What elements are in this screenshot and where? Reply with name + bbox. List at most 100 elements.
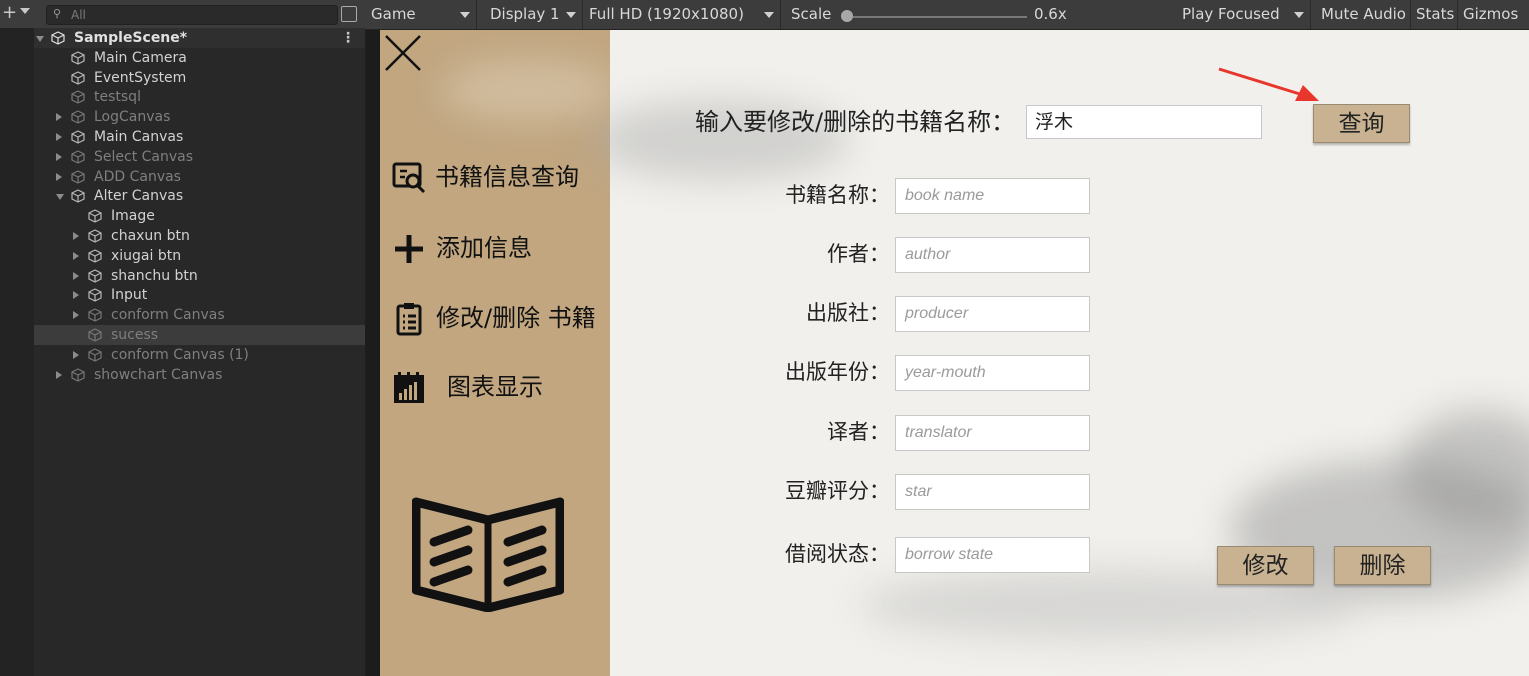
gameobject-icon xyxy=(88,328,102,342)
hierarchy-item[interactable]: conform Canvas (1) xyxy=(34,345,365,365)
expand-right-icon[interactable] xyxy=(56,172,62,181)
form-input[interactable]: year-mouth xyxy=(895,355,1090,391)
gameobject-icon xyxy=(71,130,85,144)
query-button[interactable]: 查询 xyxy=(1313,104,1410,143)
expand-right-icon[interactable] xyxy=(73,271,79,280)
hierarchy-item-label: testsql xyxy=(94,89,141,106)
hierarchy-item[interactable]: chaxun btn xyxy=(34,226,365,246)
add-icon[interactable]: + xyxy=(2,4,17,22)
scale-value: 0.6x xyxy=(1034,5,1067,23)
hierarchy-search-input[interactable]: ⚲ All xyxy=(46,5,338,25)
hierarchy-item[interactable]: LogCanvas xyxy=(34,107,365,127)
chevron-down-icon xyxy=(764,12,774,18)
chevron-down-icon xyxy=(1294,12,1304,18)
hierarchy-item[interactable]: testsql xyxy=(34,87,365,107)
modify-button[interactable]: 修改 xyxy=(1217,546,1314,585)
hierarchy-item-label: conform Canvas xyxy=(111,307,225,324)
delete-button[interactable]: 删除 xyxy=(1334,546,1431,585)
gameobject-icon xyxy=(88,209,102,223)
hierarchy-item-label: ADD Canvas xyxy=(94,168,181,185)
add-dropdown-icon[interactable] xyxy=(20,8,30,14)
scene-visibility-icon[interactable] xyxy=(341,6,357,22)
nav-item-chart[interactable]: 图表显示 xyxy=(392,367,562,407)
stats-toggle[interactable]: Stats xyxy=(1410,0,1458,29)
nav-item-search[interactable]: 书籍信息查询 xyxy=(392,157,602,197)
game-view: 书籍信息查询 添加信息 修改/删除 书籍 图表显示 输入要修改/删除的书籍名称：… xyxy=(380,30,1529,676)
form-input[interactable]: star xyxy=(895,474,1090,510)
expand-right-icon[interactable] xyxy=(73,311,79,320)
input-placeholder: translator xyxy=(905,424,972,441)
hierarchy-toolbar: + ⚲ All xyxy=(0,0,365,29)
input-placeholder: book name xyxy=(905,187,985,204)
hierarchy-item[interactable]: Image xyxy=(34,206,365,226)
resolution-label: Full HD (1920x1080) xyxy=(589,5,744,23)
scale-slider-handle[interactable] xyxy=(841,10,853,22)
display-dropdown[interactable]: Display 1 xyxy=(483,0,583,29)
hierarchy-item[interactable]: xiugai btn xyxy=(34,246,365,266)
close-icon[interactable] xyxy=(384,34,422,72)
field-label: 书籍名称： xyxy=(785,183,890,207)
scene-row[interactable]: SampleScene* ⋮ xyxy=(34,28,365,48)
view-label: Game xyxy=(371,5,416,23)
form-input[interactable]: author xyxy=(895,237,1090,273)
expand-right-icon[interactable] xyxy=(56,370,62,379)
hierarchy-item[interactable]: EventSystem xyxy=(34,68,365,88)
content-panel: 输入要修改/删除的书籍名称： 浮木 查询 书籍名称： book name 作者： au… xyxy=(590,30,1529,676)
nav-item-label: 书籍信息查询 xyxy=(435,163,579,191)
gameobject-icon xyxy=(71,150,85,164)
gameobject-icon xyxy=(88,268,102,283)
input-placeholder: year-mouth xyxy=(905,364,986,381)
form-input[interactable]: producer xyxy=(895,296,1090,332)
gameobject-icon xyxy=(71,70,85,85)
hierarchy-item[interactable]: showchart Canvas xyxy=(34,365,365,385)
search-icon: ⚲ xyxy=(53,7,62,20)
book-logo-icon xyxy=(412,497,564,612)
scale-slider-track[interactable] xyxy=(847,16,1027,18)
hierarchy-item-label: Input xyxy=(111,287,148,304)
form-input[interactable]: translator xyxy=(895,415,1090,451)
expand-right-icon[interactable] xyxy=(73,251,79,260)
hierarchy-item[interactable]: Main Camera xyxy=(34,48,365,68)
hierarchy-item[interactable]: Select Canvas xyxy=(34,147,365,167)
hierarchy-item-label: shanchu btn xyxy=(111,267,198,284)
hierarchy-item[interactable]: shanchu btn xyxy=(34,266,365,286)
hierarchy-panel: + ⚲ All SampleScene* ⋮ Main Camera EventSys… xyxy=(0,0,365,676)
hierarchy-item[interactable]: conform Canvas xyxy=(34,305,365,325)
mute-audio-toggle[interactable]: Mute Audio xyxy=(1315,0,1411,29)
expand-right-icon[interactable] xyxy=(56,113,62,122)
nav-item-add[interactable]: 添加信息 xyxy=(392,228,552,268)
search-document-icon xyxy=(392,162,426,194)
gizmos-toggle[interactable]: Gizmos xyxy=(1457,0,1529,29)
hierarchy-item[interactable]: ADD Canvas xyxy=(34,167,365,187)
hierarchy-item[interactable]: Main Canvas xyxy=(34,127,365,147)
nav-item-modify-delete[interactable]: 修改/删除 书籍 xyxy=(392,298,606,338)
expand-right-icon[interactable] xyxy=(56,133,62,141)
input-placeholder: borrow state xyxy=(905,546,994,563)
more-options-icon[interactable]: ⋮ xyxy=(341,28,355,48)
view-dropdown[interactable]: Game xyxy=(365,0,477,29)
form-input[interactable]: borrow state xyxy=(895,537,1090,573)
nav-item-label: 修改/删除 书籍 xyxy=(436,304,596,332)
expand-right-icon[interactable] xyxy=(73,232,79,240)
query-input[interactable]: 浮木 xyxy=(1026,105,1262,139)
plus-icon xyxy=(395,235,423,263)
hierarchy-item[interactable]: Input xyxy=(34,285,365,305)
hierarchy-item-label: xiugai btn xyxy=(111,247,182,264)
hierarchy-item-label: LogCanvas xyxy=(94,109,171,126)
field-label: 借阅状态： xyxy=(785,542,890,566)
form-input[interactable]: book name xyxy=(895,178,1090,214)
expand-down-icon[interactable] xyxy=(36,36,44,42)
nav-item-label: 添加信息 xyxy=(436,234,532,262)
expand-right-icon[interactable] xyxy=(56,152,62,161)
hierarchy-item[interactable]: Alter Canvas xyxy=(34,186,365,206)
hierarchy-item[interactable]: sucess xyxy=(34,325,365,345)
expand-down-icon[interactable] xyxy=(56,194,64,201)
expand-right-icon[interactable] xyxy=(73,350,79,359)
chevron-down-icon xyxy=(566,12,576,18)
sidebar: 书籍信息查询 添加信息 修改/删除 书籍 图表显示 xyxy=(380,30,620,676)
resolution-dropdown[interactable]: Full HD (1920x1080) xyxy=(583,0,781,29)
field-label: 豆瓣评分： xyxy=(785,479,890,503)
expand-right-icon[interactable] xyxy=(73,291,79,300)
nav-item-label: 图表显示 xyxy=(447,373,543,401)
play-focused-dropdown[interactable]: Play Focused xyxy=(1176,0,1311,29)
